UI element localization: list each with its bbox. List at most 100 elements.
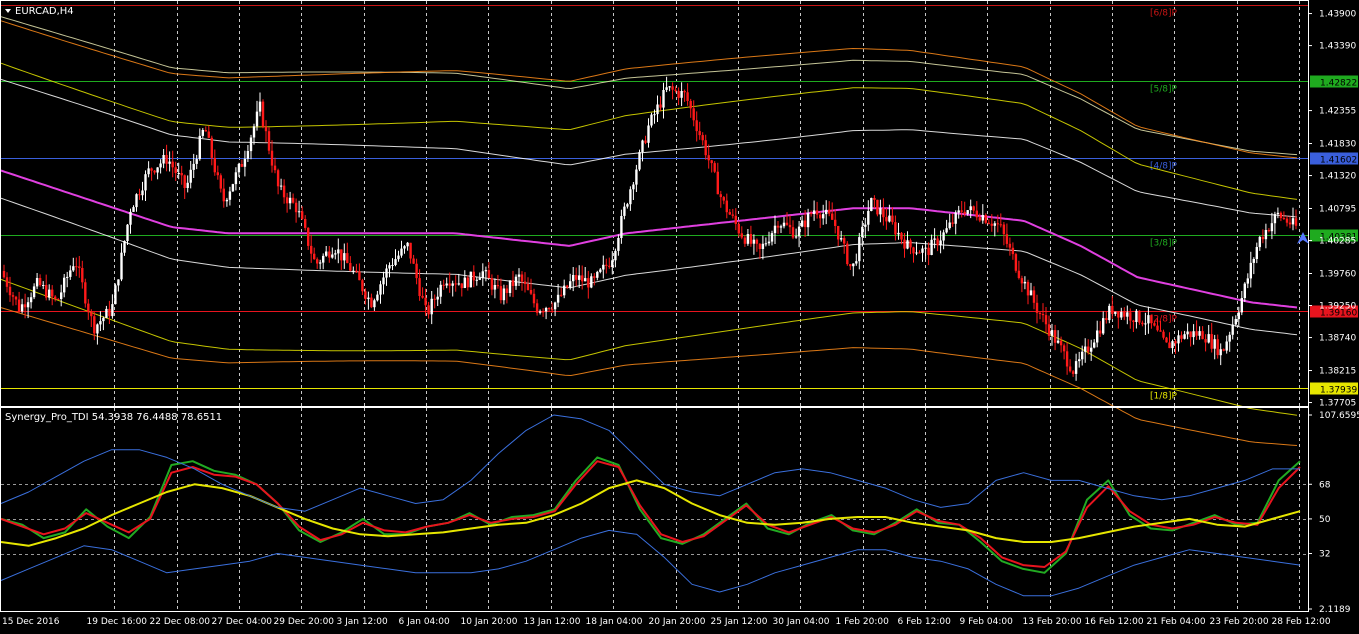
trading-chart-window[interactable]: [5/8]P 1.42822 [4/8]P 1.41602 [3/8]P 1.40381[… bbox=[0, 0, 1359, 630]
candle-body bbox=[231, 184, 235, 192]
candle-body bbox=[825, 209, 828, 215]
candle-body bbox=[930, 239, 933, 255]
price-tick-label: 1.43390 bbox=[1319, 42, 1356, 52]
candle-body bbox=[764, 243, 768, 245]
candle-body bbox=[812, 210, 816, 214]
candle-body bbox=[1078, 359, 1081, 362]
candle-body bbox=[966, 210, 969, 214]
candle-body bbox=[297, 211, 301, 213]
candle-body bbox=[535, 303, 539, 313]
candle-body bbox=[249, 137, 253, 152]
candle-body bbox=[1011, 247, 1015, 255]
candle-body bbox=[629, 189, 632, 205]
candle-body bbox=[560, 294, 563, 296]
candle-body bbox=[111, 304, 114, 317]
candle-body bbox=[285, 197, 289, 204]
candle-body bbox=[63, 277, 66, 293]
candle-body bbox=[761, 243, 765, 249]
candle-body bbox=[216, 172, 219, 176]
candle-body bbox=[400, 248, 403, 256]
candle-body bbox=[550, 309, 554, 311]
candle-body bbox=[822, 214, 825, 219]
candle-body bbox=[572, 275, 575, 282]
candle-body bbox=[520, 274, 524, 282]
candle-body bbox=[641, 140, 644, 153]
candle-body bbox=[858, 237, 861, 262]
candle-body bbox=[1228, 334, 1231, 342]
candle-body bbox=[90, 312, 93, 317]
candle-body bbox=[978, 217, 981, 221]
candle-body bbox=[54, 296, 57, 299]
candle-body bbox=[575, 275, 578, 280]
candle-body bbox=[499, 286, 503, 301]
candle-body bbox=[638, 152, 641, 170]
indicator-tick-label: 2.1189 bbox=[1319, 605, 1351, 615]
candle-body bbox=[626, 204, 629, 207]
candle-body bbox=[541, 311, 545, 313]
candle-body bbox=[590, 276, 593, 288]
candle-body bbox=[1126, 312, 1129, 317]
candle-body bbox=[261, 101, 265, 127]
candle-body bbox=[156, 167, 159, 173]
candle-body bbox=[1282, 218, 1286, 219]
candle-body bbox=[1273, 214, 1277, 224]
candle-body bbox=[840, 238, 843, 240]
candle-body bbox=[656, 104, 659, 115]
candle-body bbox=[310, 245, 313, 254]
candle-body bbox=[876, 199, 879, 215]
candle-body bbox=[686, 92, 689, 101]
candle-body bbox=[60, 292, 63, 299]
candle-body bbox=[915, 252, 918, 254]
time-tick-label: 25 Jan 12:00 bbox=[711, 617, 768, 627]
candle-body bbox=[26, 302, 30, 308]
candle-body bbox=[147, 168, 150, 175]
candle-body bbox=[457, 283, 460, 285]
candle-body bbox=[939, 240, 942, 246]
candle-body bbox=[120, 252, 123, 280]
candle-body bbox=[870, 198, 873, 211]
candle-body bbox=[397, 255, 400, 260]
candle-body bbox=[264, 126, 268, 132]
candle-body bbox=[1288, 222, 1292, 225]
candle-body bbox=[698, 131, 701, 136]
chart-canvas[interactable]: [5/8]P1.42822[4/8]P1.41602[3/8]P1.40381[… bbox=[0, 0, 1359, 630]
candle-body bbox=[17, 299, 21, 312]
candle-body bbox=[734, 215, 737, 224]
candle-body bbox=[490, 278, 494, 290]
candle-body bbox=[427, 305, 430, 315]
candle-body bbox=[66, 276, 69, 278]
candle-body bbox=[1087, 346, 1090, 352]
candle-body bbox=[84, 282, 87, 304]
candle-body bbox=[1020, 278, 1024, 284]
candle-body bbox=[1041, 314, 1045, 316]
candle-body bbox=[475, 279, 478, 281]
price-marker-label: 1.41602 bbox=[1320, 156, 1357, 166]
candle-body bbox=[325, 251, 328, 256]
candle-body bbox=[746, 234, 750, 244]
candle-body bbox=[174, 167, 177, 173]
candle-body bbox=[99, 321, 102, 325]
candle-body bbox=[276, 170, 280, 187]
candle-body bbox=[779, 226, 783, 228]
candle-body bbox=[23, 304, 27, 308]
candle-body bbox=[623, 206, 626, 216]
candle-body bbox=[921, 248, 924, 253]
candle-body bbox=[888, 215, 891, 222]
time-tick-label: 18 Jan 04:00 bbox=[586, 617, 643, 627]
candle-body bbox=[222, 188, 225, 202]
indicator-tick-label: 32 bbox=[1319, 550, 1330, 560]
candle-body bbox=[885, 217, 888, 222]
candle-body bbox=[1114, 311, 1117, 314]
candle-body bbox=[11, 295, 15, 297]
candle-body bbox=[969, 206, 972, 211]
candle-body bbox=[382, 277, 385, 285]
candle-body bbox=[1213, 339, 1216, 349]
candle-body bbox=[394, 259, 397, 265]
candle-body bbox=[72, 266, 75, 271]
candle-body bbox=[1174, 341, 1177, 344]
candle-body bbox=[731, 214, 734, 216]
candle-body bbox=[578, 275, 581, 280]
candle-body bbox=[1053, 330, 1057, 343]
candle-body bbox=[20, 304, 24, 312]
candle-body bbox=[1062, 345, 1066, 352]
